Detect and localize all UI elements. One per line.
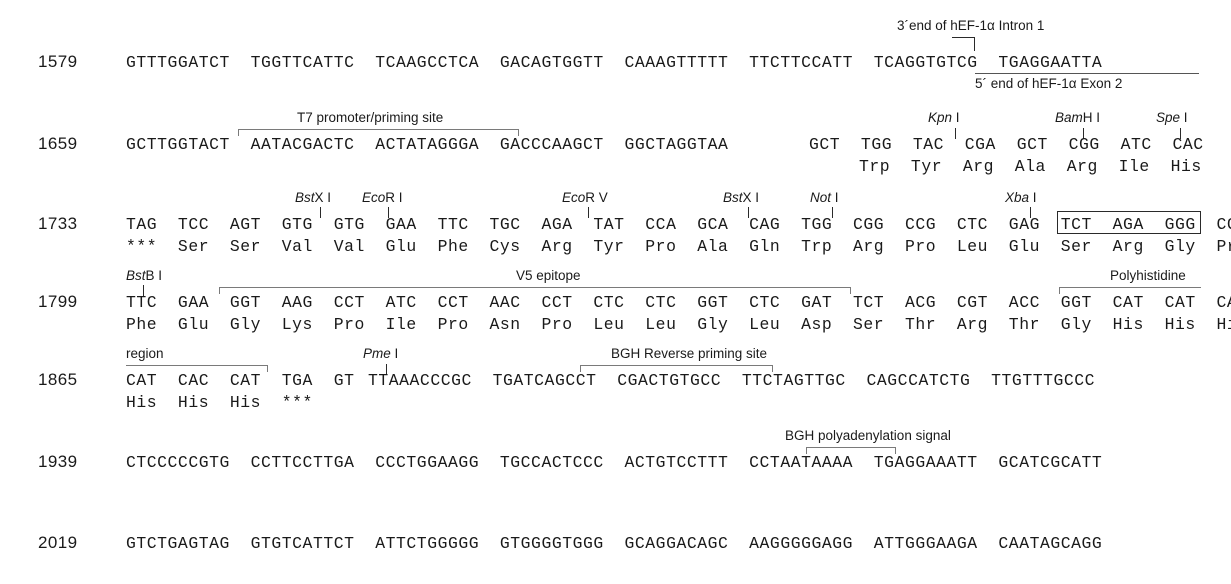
annotation-hef1a-exon2-underline [975, 73, 1199, 74]
annotation-v5-epitope-label: V5 epitope [516, 268, 581, 283]
annotation-hef1a-intron1-pointer-horizontal [952, 37, 975, 38]
highlight-box-xba1-region [1057, 211, 1201, 234]
position-number: 1799 [38, 292, 78, 311]
restriction-site-bamh1: BamH I [1055, 110, 1101, 125]
dna-sequence: GTCTGAGTAG GTGTCATTCT ATTCTGGGGG GTGGGGT… [126, 534, 1103, 553]
dna-sequence-blocks: GCTTGGTACT AATACGACTC ACTATAGGGA GACCCAA… [126, 135, 729, 154]
annotation-bgh-reverse-label: BGH Reverse priming site [611, 346, 768, 361]
restriction-site-bstx1-first: BstX I [295, 190, 332, 205]
restriction-site-kpn1: Kpn I [928, 110, 960, 125]
dna-sequence: CTCCCCCGTG CCTTCCTTGA CCCTGGAAGG TGCCACT… [126, 453, 1103, 472]
dna-sequence-codons: GCT TGG TAC CGA GCT CGG ATC CAC [809, 135, 1204, 154]
dna-sequence-codons: TTC GAA GGT AAG CCT ATC CCT AAC CCT CTC … [126, 293, 1231, 312]
position-number: 2019 [38, 533, 78, 552]
restriction-site-bstx1-second: BstX I [723, 190, 760, 205]
position-number: 1865 [38, 370, 78, 389]
annotation-hef1a-intron1-pointer-vertical [974, 37, 975, 51]
position-number: 1939 [38, 452, 78, 471]
restriction-site-pme1: Pme I [363, 346, 399, 361]
position-number: 1733 [38, 214, 78, 233]
annotation-polyhistidine-region-label: region [126, 346, 164, 361]
protein-sequence: His His His *** [126, 393, 313, 412]
restriction-site-spe1: Spe I [1156, 110, 1188, 125]
protein-sequence: Trp Tyr Arg Ala Arg Ile His [859, 157, 1202, 176]
position-number: 1579 [38, 52, 78, 71]
position-number: 1659 [38, 134, 78, 153]
protein-sequence: *** Ser Ser Val Val Glu Phe Cys Arg Tyr … [126, 237, 1231, 256]
annotation-hef1a-intron1-label: 3´end of hEF-1α Intron 1 [897, 18, 1045, 33]
restriction-site-xba1: Xba I [1005, 190, 1037, 205]
dna-sequence: GTTTGGATCT TGGTTCATTC TCAAGCCTCA GACAGTG… [126, 53, 1103, 72]
protein-sequence: Phe Glu Gly Lys Pro Ile Pro Asn Pro Leu … [126, 315, 1231, 334]
restriction-site-ecor1: EcoR I [362, 190, 403, 205]
annotation-hef1a-exon2-label: 5´ end of hEF-1α Exon 2 [975, 76, 1123, 91]
dna-sequence-codons: CAT CAC CAT TGA GT [126, 371, 355, 390]
restriction-site-bstb1: BstB I [126, 268, 163, 283]
dna-sequence-blocks: TTAAACCCGC TGATCAGCCT CGACTGTGCC TTCTAGT… [368, 371, 1096, 390]
sequence-map-page: { "document": { "kind": "plasmid-multipl… [0, 0, 1231, 584]
annotation-t7-promoter-label: T7 promoter/priming site [297, 110, 444, 125]
annotation-bgh-polya-label: BGH polyadenylation signal [785, 428, 951, 443]
annotation-polyhistidine-label: Polyhistidine [1110, 268, 1186, 283]
restriction-site-not1: Not I [810, 190, 839, 205]
restriction-site-ecorv: EcoR V [562, 190, 608, 205]
